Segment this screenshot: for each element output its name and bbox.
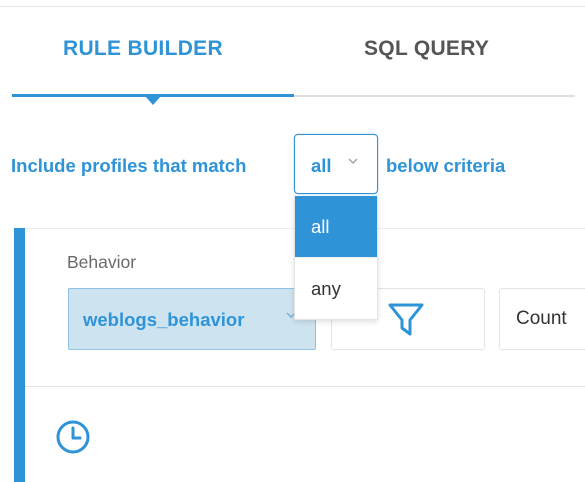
clock-icon[interactable] xyxy=(55,419,91,455)
behavior-value: weblogs_behavior xyxy=(83,309,245,330)
match-mode-select[interactable]: all xyxy=(294,134,378,194)
top-divider xyxy=(0,6,585,7)
chevron-down-icon xyxy=(348,158,358,165)
aggregate-value: Count xyxy=(516,308,567,329)
filter-icon xyxy=(388,303,424,336)
include-suffix-text: below criteria xyxy=(386,155,506,176)
include-prefix-text: Include profiles that match xyxy=(11,155,247,176)
match-mode-value: all xyxy=(311,155,332,176)
behavior-select[interactable]: weblogs_behavior xyxy=(68,288,316,350)
criteria-panel-accent-bar xyxy=(14,228,25,482)
aggregate-select[interactable]: Count xyxy=(499,288,585,350)
criteria-panel-divider xyxy=(25,386,585,387)
tab-sql-query[interactable]: SQL QUERY xyxy=(364,37,489,61)
match-option-any[interactable]: any xyxy=(295,257,377,318)
tab-rule-builder[interactable]: RULE BUILDER xyxy=(63,37,223,61)
match-option-all[interactable]: all xyxy=(295,196,377,257)
active-tab-caret xyxy=(145,96,161,105)
behavior-label: Behavior xyxy=(67,252,137,272)
match-mode-dropdown: all any xyxy=(294,196,378,320)
